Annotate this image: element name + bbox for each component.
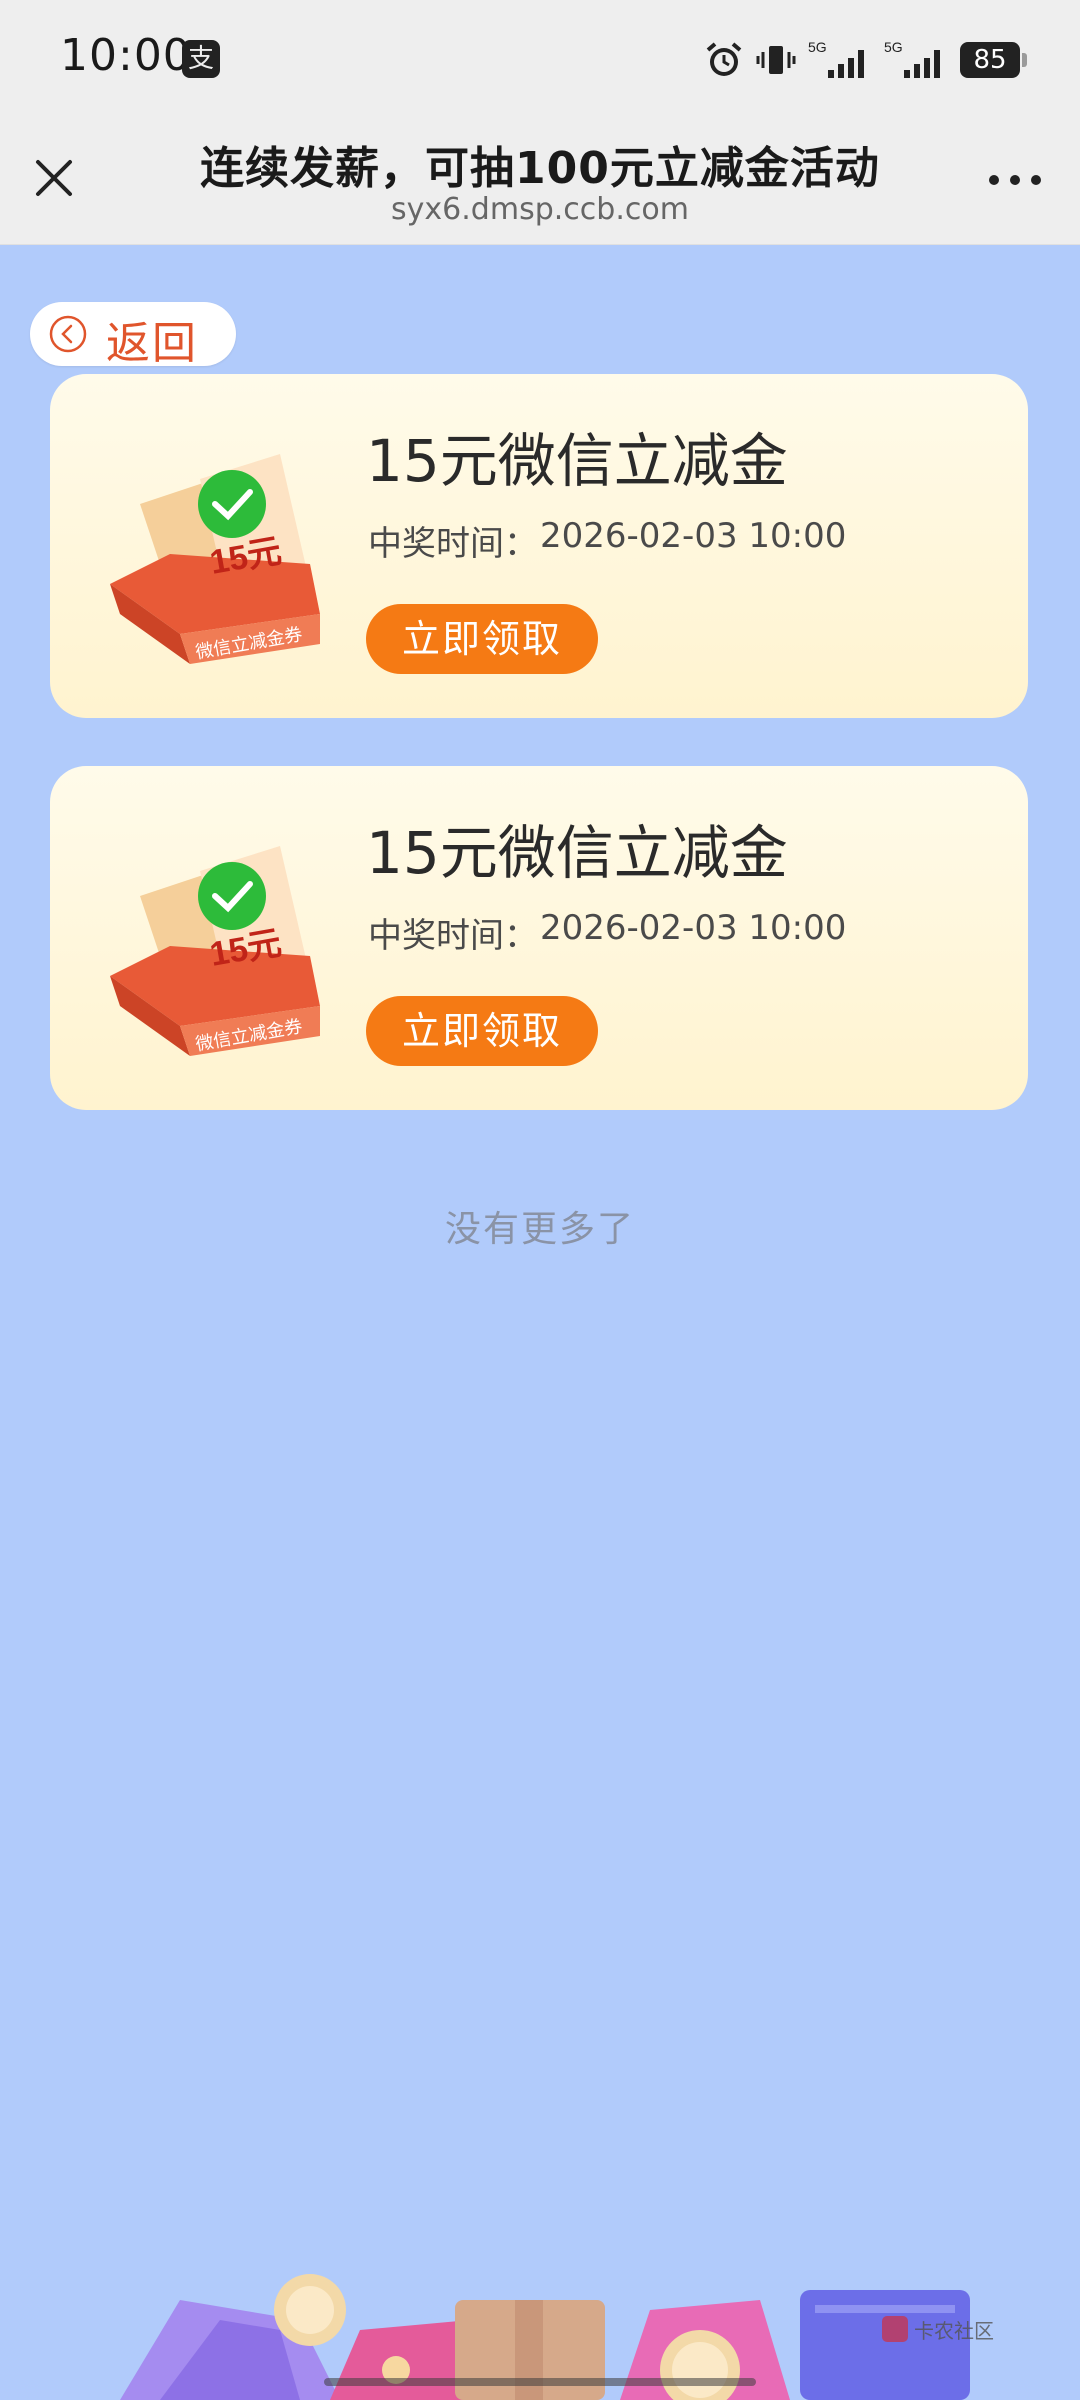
browser-title-bar: 连续发薪，可抽100元立减金活动 syx6.dmsp.ccb.com [0, 120, 1080, 245]
more-icon[interactable] [980, 160, 1050, 200]
watermark-text: 卡农社区 [914, 2320, 994, 2343]
page-title: 连续发薪，可抽100元立减金活动 [200, 143, 880, 194]
wechat-coupon-box-icon: 15元 微信立减金券 [110, 454, 320, 664]
signal-icon: 5G [884, 39, 940, 78]
status-bar: 10:00 支 5G 5G 85 [0, 0, 1080, 120]
battery-level: 85 [973, 45, 1007, 75]
page-url: syx6.dmsp.ccb.com [391, 192, 689, 227]
prize-card: 15元 微信立减金券 15元微信立减金 中奖时间： 2026-02-03 10:… [50, 374, 1028, 718]
alarm-icon [706, 42, 742, 76]
signal-label: 5G [884, 39, 903, 55]
back-button[interactable]: 返回 [30, 302, 236, 369]
alipay-icon: 支 [182, 40, 220, 78]
prize-time-value: 2026-02-03 10:00 [540, 908, 847, 948]
chevron-left-circle-icon [49, 315, 87, 353]
no-more-text: 没有更多了 [444, 1209, 635, 1250]
status-indicators: 5G 5G 85 [704, 36, 1027, 84]
watermark-logo-icon: 卡农社区 [882, 2316, 994, 2343]
signal-label: 5G [808, 39, 827, 55]
signal-icon: 5G [808, 39, 864, 78]
claim-button[interactable]: 立即领取 [366, 604, 598, 674]
prize-time-value: 2026-02-03 10:00 [540, 516, 847, 556]
battery-icon: 85 [960, 42, 1027, 78]
prize-title: 15元微信立减金 [366, 819, 788, 887]
back-label: 返回 [106, 318, 198, 369]
prize-time-label: 中奖时间： [368, 524, 538, 564]
prize-card: 15元 微信立减金券 15元微信立减金 中奖时间： 2026-02-03 10:… [50, 766, 1028, 1110]
status-time: 10:00 [60, 30, 192, 81]
wechat-coupon-box-icon: 15元 微信立减金券 [110, 846, 320, 1056]
prize-time-label: 中奖时间： [368, 916, 538, 956]
home-indicator[interactable] [324, 2378, 756, 2386]
vibrate-icon [756, 46, 796, 74]
prize-title: 15元微信立减金 [366, 427, 788, 495]
claim-button[interactable]: 立即领取 [366, 996, 598, 1066]
